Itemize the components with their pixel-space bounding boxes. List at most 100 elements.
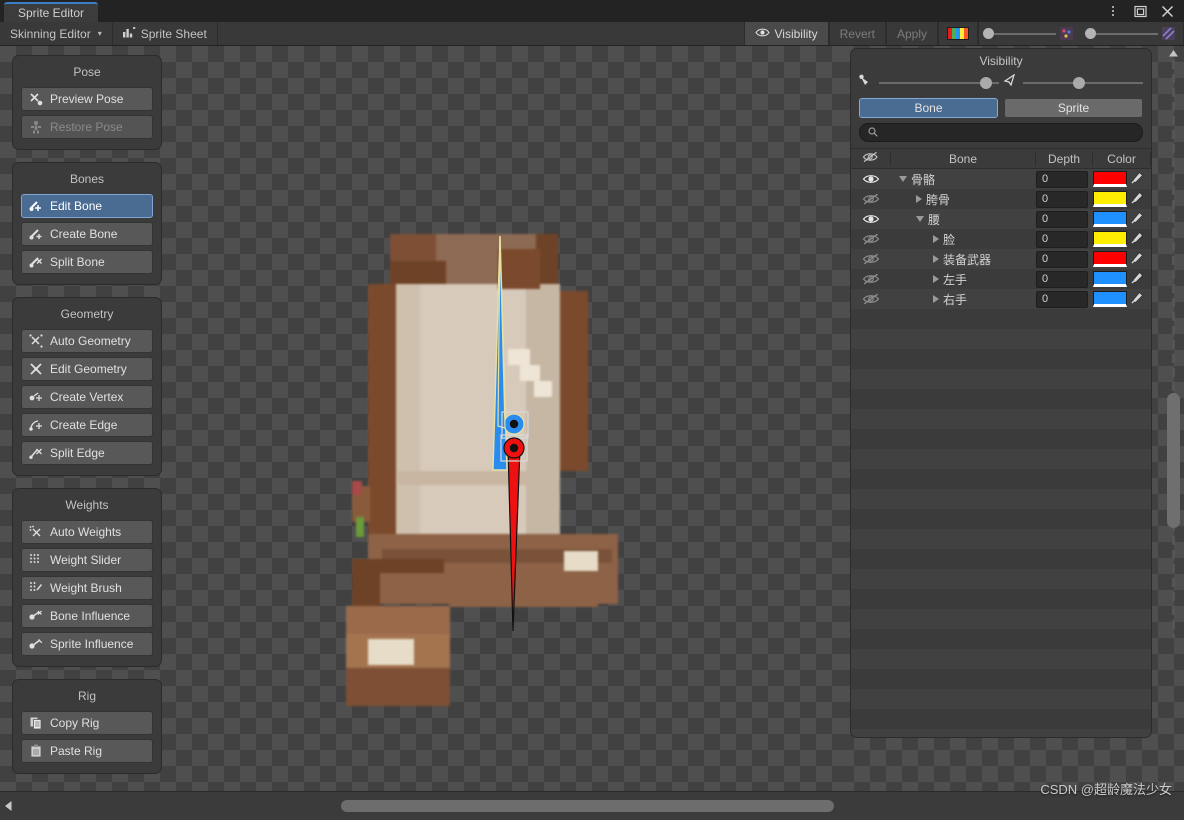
copy-rig-button[interactable]: Copy Rig	[21, 711, 153, 735]
bone-depth-input[interactable]: 0	[1036, 270, 1088, 288]
bone-row[interactable]: 胯骨 0	[851, 189, 1151, 209]
sprite-opacity-slider-group[interactable]	[1003, 73, 1143, 92]
auto-geometry-button[interactable]: Auto Geometry	[21, 329, 153, 353]
bone-color-swatch[interactable]	[1093, 271, 1127, 287]
bone-depth-cell[interactable]: 0	[1036, 170, 1093, 188]
color-channels-button[interactable]	[938, 22, 978, 45]
weight-slider-button[interactable]: Weight Slider	[21, 548, 153, 572]
eyedropper-icon[interactable]	[1130, 171, 1144, 188]
bone-name-cell[interactable]: 脸	[891, 231, 1036, 248]
bone-visible-toggle-on[interactable]	[851, 173, 891, 185]
bone-depth-cell[interactable]: 0	[1036, 250, 1093, 268]
bone-opacity-knob[interactable]	[979, 77, 992, 89]
eyedropper-icon[interactable]	[1130, 251, 1144, 268]
bone-name-cell[interactable]: 左手	[891, 271, 1036, 288]
bone-name-cell[interactable]: 胯骨	[891, 191, 1036, 208]
maximize-icon[interactable]	[1132, 3, 1148, 19]
bone-color-cell[interactable]	[1093, 291, 1151, 308]
mesh-opacity-track[interactable]	[1096, 32, 1158, 35]
bone-color-cell[interactable]	[1093, 231, 1151, 248]
bone-row[interactable]: 腰0	[851, 209, 1151, 229]
paste-rig-button[interactable]: Paste Rig	[21, 739, 153, 763]
bone-depth-cell[interactable]: 0	[1036, 270, 1093, 288]
bone-depth-input[interactable]: 0	[1036, 210, 1088, 228]
mesh-opacity-knob[interactable]	[1085, 28, 1096, 39]
bone-depth-cell[interactable]: 0	[1036, 290, 1093, 308]
scrollbar-thumb[interactable]	[1167, 393, 1180, 528]
bone-color-swatch[interactable]	[1093, 231, 1127, 247]
bone-color-cell[interactable]	[1093, 251, 1151, 268]
bone-color-cell[interactable]	[1093, 191, 1151, 208]
bone-depth-input[interactable]: 0	[1036, 170, 1088, 188]
bone-color-swatch[interactable]	[1093, 191, 1127, 207]
chevron-right-icon[interactable]	[916, 195, 922, 203]
visibility-panel-scrollbar[interactable]	[1167, 48, 1180, 640]
split-bone-button[interactable]: Split Bone	[21, 250, 153, 274]
bone-depth-cell[interactable]: 0	[1036, 210, 1093, 228]
bone-visible-toggle-off[interactable]	[851, 253, 891, 265]
chevron-right-icon[interactable]	[933, 255, 939, 263]
sprite-opacity-track[interactable]	[1023, 77, 1143, 89]
bone-depth-input[interactable]: 0	[1036, 230, 1088, 248]
chevron-right-icon[interactable]	[933, 295, 939, 303]
bone-row[interactable]: 骨骼 0	[851, 169, 1151, 189]
bone-color-swatch[interactable]	[1093, 251, 1127, 267]
bone-color-swatch[interactable]	[1093, 171, 1127, 187]
search-input[interactable]	[883, 126, 1134, 139]
restore-pose-button[interactable]: Restore Pose	[21, 115, 153, 139]
bone-influence-button[interactable]: Bone Influence	[21, 604, 153, 628]
eyedropper-icon[interactable]	[1130, 211, 1144, 228]
kebab-menu-icon[interactable]	[1105, 3, 1121, 19]
scrollbar-track[interactable]	[1172, 60, 1175, 638]
bone-row[interactable]: 左手 0	[851, 269, 1151, 289]
bone-opacity-track[interactable]	[879, 77, 999, 89]
preview-pose-button[interactable]: Preview Pose	[21, 87, 153, 111]
bone-visible-toggle-off[interactable]	[851, 293, 891, 305]
column-bone-header[interactable]: Bone	[891, 151, 1036, 166]
bone-depth-input[interactable]: 0	[1036, 290, 1088, 308]
mesh-opacity-slider[interactable]	[1081, 22, 1184, 45]
revert-button[interactable]: Revert	[828, 22, 886, 45]
bone-color-cell[interactable]	[1093, 171, 1151, 188]
bone-color-cell[interactable]	[1093, 211, 1151, 228]
bone-color-swatch[interactable]	[1093, 291, 1127, 307]
visibility-search-field[interactable]	[859, 123, 1143, 142]
create-edge-button[interactable]: Create Edge	[21, 413, 153, 437]
split-edge-button[interactable]: Split Edge	[21, 441, 153, 465]
visibility-toggle-button[interactable]: Visibility	[743, 22, 829, 45]
sprite-opacity-knob[interactable]	[1073, 77, 1086, 89]
bone-row[interactable]: 右手 0	[851, 289, 1151, 309]
apply-button[interactable]: Apply	[885, 22, 938, 45]
chevron-down-icon[interactable]	[916, 216, 924, 222]
create-bone-button[interactable]: Create Bone	[21, 222, 153, 246]
bone-opacity-slider-group[interactable]	[859, 74, 999, 92]
scroll-left-arrow-icon[interactable]	[0, 801, 16, 811]
bone-name-cell[interactable]: 右手	[891, 291, 1036, 308]
bone-opacity-slider[interactable]	[978, 22, 1081, 45]
bone-visible-toggle-off[interactable]	[851, 273, 891, 285]
auto-weights-button[interactable]: Auto Weights	[21, 520, 153, 544]
bone-color-swatch[interactable]	[1093, 211, 1127, 227]
column-depth-header[interactable]: Depth	[1036, 151, 1093, 166]
sprite-influence-button[interactable]: Sprite Influence	[21, 632, 153, 656]
bone-color-cell[interactable]	[1093, 271, 1151, 288]
chevron-right-icon[interactable]	[933, 235, 939, 243]
window-tab-sprite-editor[interactable]: Sprite Editor	[4, 2, 99, 22]
bone-visible-toggle-on[interactable]	[851, 213, 891, 225]
bone-name-cell[interactable]: 装备武器	[891, 251, 1036, 268]
bone-visible-toggle-off[interactable]	[851, 233, 891, 245]
tab-sprite[interactable]: Sprite	[1004, 98, 1143, 118]
horizontal-scrollbar-area[interactable]	[16, 799, 1184, 813]
column-color-header[interactable]: Color	[1093, 151, 1151, 166]
bone-depth-input[interactable]: 0	[1036, 190, 1088, 208]
eyedropper-icon[interactable]	[1130, 291, 1144, 308]
bone-row[interactable]: 脸0	[851, 229, 1151, 249]
weight-brush-button[interactable]: Weight Brush	[21, 576, 153, 600]
horizontal-scrollbar[interactable]	[0, 791, 1184, 820]
edit-geometry-button[interactable]: Edit Geometry	[21, 357, 153, 381]
bone-visible-toggle-off[interactable]	[851, 193, 891, 205]
tab-bone[interactable]: Bone	[859, 98, 998, 118]
chevron-down-icon[interactable]	[899, 176, 907, 182]
create-vertex-button[interactable]: Create Vertex	[21, 385, 153, 409]
column-visibility-header[interactable]	[851, 151, 891, 166]
